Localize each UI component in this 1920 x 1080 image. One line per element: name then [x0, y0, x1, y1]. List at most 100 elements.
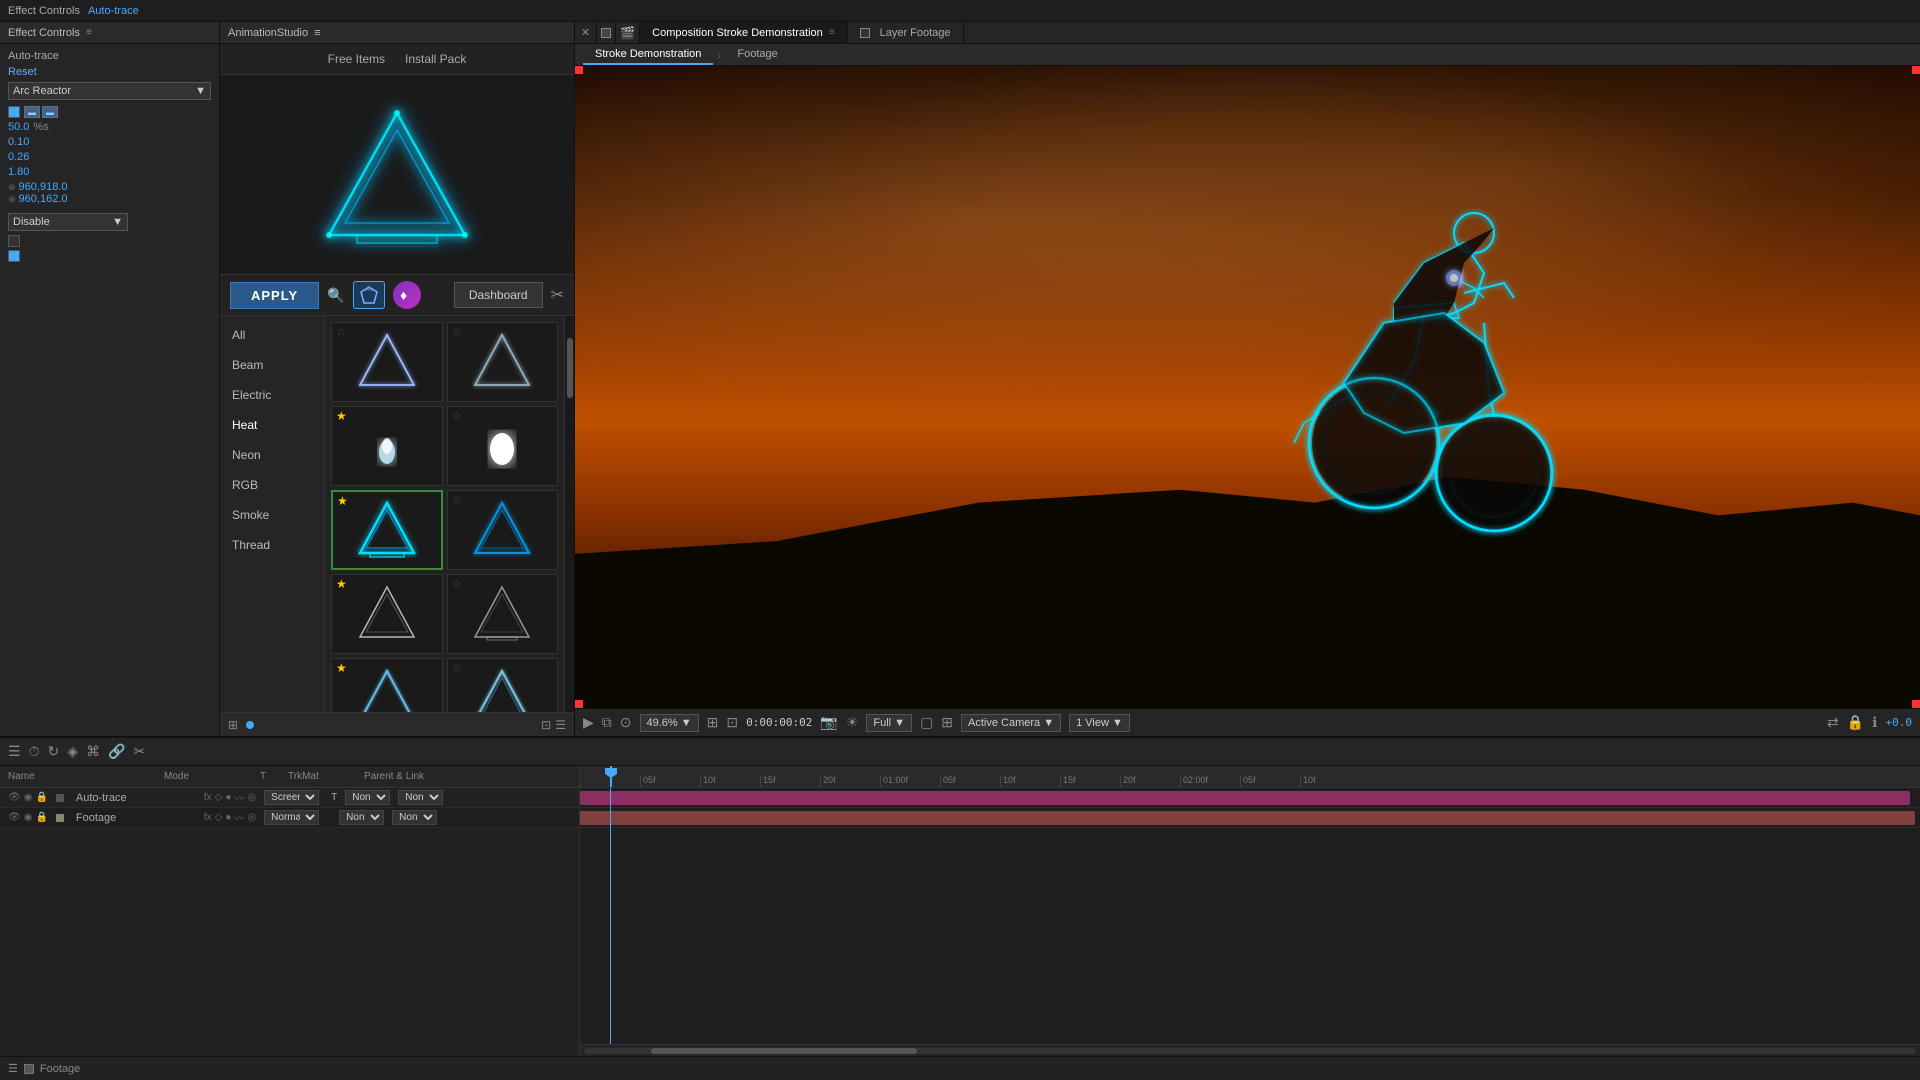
star-icon-6[interactable]: ☆ [452, 494, 463, 506]
category-item-heat[interactable]: Heat [220, 410, 324, 440]
tab-checkbox[interactable] [597, 22, 616, 43]
tl-tool-layers[interactable]: ☰ [8, 743, 21, 760]
preset-item-3[interactable]: ★ [331, 406, 443, 486]
cbb-camera-capture-icon[interactable]: 📷 [820, 714, 837, 731]
zoom-dropdown[interactable]: 49.6% ▼ [640, 714, 699, 732]
category-item-all[interactable]: All [220, 320, 324, 350]
star-icon-7[interactable]: ★ [336, 578, 347, 590]
comp-tab-close[interactable]: ≡ [829, 27, 835, 38]
cbb-snap-icon[interactable]: ⊡ [726, 714, 738, 731]
bb-icon-1[interactable]: ⊡ [541, 718, 551, 732]
tl-tool-mask[interactable]: ◈ [67, 743, 78, 760]
preset-scrollbar[interactable] [564, 316, 574, 712]
star-icon-5[interactable]: ★ [337, 495, 348, 507]
cbb-screen-icon[interactable]: ▢ [920, 714, 933, 731]
layer1-mode-select[interactable]: Screen Normal [264, 790, 319, 805]
ec-preset-dropdown[interactable]: Arc Reactor ▼ [8, 82, 211, 100]
cbb-lock-icon[interactable]: 🔒 [1847, 714, 1864, 731]
cbb-3d-icon[interactable]: ⊙ [620, 714, 632, 731]
tl-tool-time[interactable]: ⏱ [29, 743, 40, 760]
ec-checkbox2[interactable] [8, 235, 20, 247]
cbb-transport-icon[interactable]: ▶ [583, 714, 594, 731]
disable-dropdown[interactable]: Disable ▼ [8, 213, 128, 231]
tl-tool-link[interactable]: 🔗 [108, 743, 125, 760]
layer1-fx-icon[interactable]: fx [204, 792, 212, 803]
hamburger-icon[interactable]: ≡ [86, 27, 92, 38]
category-item-thread[interactable]: Thread [220, 530, 324, 560]
layer2-fx-icon[interactable]: fx [204, 812, 212, 823]
layer2-motion-icon[interactable]: 〰 [234, 810, 244, 825]
layer2-solo-icon[interactable]: ◉ [24, 812, 33, 823]
layer1-lock-icon[interactable]: 🔒 [35, 792, 47, 803]
star-icon-2[interactable]: ☆ [452, 326, 463, 338]
tl-tool-stamp[interactable]: ⌘ [86, 743, 100, 760]
preset-item-5[interactable]: ★ [331, 490, 443, 570]
tab-film-icon[interactable]: 🎬 [616, 22, 640, 43]
layer2-mode-select[interactable]: Normal [264, 810, 319, 825]
bottom-expand-icon[interactable]: ⊞ [228, 718, 238, 732]
preset-item-2[interactable]: ☆ [447, 322, 559, 402]
category-item-electric[interactable]: Electric [220, 380, 324, 410]
tl-tool-scissors[interactable]: ✂ [133, 743, 145, 760]
dashboard-button[interactable]: Dashboard [454, 282, 543, 308]
layer2-vis-icon[interactable]: 👁 [8, 812, 21, 823]
preset-item-7[interactable]: ★ [331, 574, 443, 654]
top-bar-item-autotrace[interactable]: Auto-trace [88, 5, 139, 17]
free-items-button[interactable]: Free Items [328, 52, 385, 66]
category-item-smoke[interactable]: Smoke [220, 500, 324, 530]
ec-percentage-value[interactable]: 50.0 [8, 121, 29, 133]
ec-reset-button[interactable]: Reset [8, 66, 211, 78]
layer2-trkmat-select[interactable]: None [339, 810, 384, 825]
layer2-3d-icon[interactable]: ● [225, 812, 231, 823]
camera-dropdown[interactable]: Active Camera ▼ [961, 714, 1061, 732]
quality-dropdown[interactable]: Full ▼ [866, 714, 912, 732]
apply-button[interactable]: APPLY [230, 282, 319, 309]
footage-menu-icon[interactable]: ☰ [8, 1062, 18, 1075]
star-icon-8[interactable]: ☆ [452, 578, 463, 590]
layer1-solo-icon[interactable]: ◉ [24, 792, 33, 803]
layer1-motion-icon[interactable]: 〰 [234, 790, 244, 805]
scroll-thumb[interactable] [651, 1048, 917, 1054]
layer2-parent-select[interactable]: None [392, 810, 437, 825]
cbb-fit-icon[interactable]: ⊞ [707, 714, 719, 731]
preset-item-9[interactable]: ★ [331, 658, 443, 712]
layer1-trkmat-select[interactable]: None [345, 790, 390, 805]
ec-checkbox[interactable] [8, 106, 20, 118]
cbb-info-icon[interactable]: ℹ [1872, 714, 1877, 731]
install-pack-button[interactable]: Install Pack [405, 52, 466, 66]
star-icon-10[interactable]: ☆ [452, 662, 463, 674]
views-dropdown[interactable]: 1 View ▼ [1069, 714, 1130, 732]
star-icon-3[interactable]: ★ [336, 410, 347, 422]
star-icon-1[interactable]: ☆ [336, 326, 347, 338]
scroll-track[interactable] [584, 1048, 1916, 1054]
layer2-lock-icon[interactable]: 🔒 [35, 812, 47, 823]
search-icon[interactable]: 🔍 [327, 287, 344, 304]
layer2-adj-icon[interactable]: ◎ [247, 812, 256, 823]
ec-v2[interactable]: 0.26 [8, 151, 29, 163]
star-icon-4[interactable]: ☆ [452, 410, 463, 422]
close-icon[interactable]: ✕ [581, 26, 590, 39]
preset-item-4[interactable]: ☆ [447, 406, 559, 486]
cbb-transfer-icon[interactable]: ⇄ [1827, 714, 1839, 731]
layer1-adj-icon[interactable]: ◎ [247, 792, 256, 803]
layer1-vis-icon[interactable]: 👁 [8, 792, 21, 803]
cbb-sun-icon[interactable]: ☀ [846, 714, 859, 731]
star-icon-9[interactable]: ★ [336, 662, 347, 674]
view-tab-stroke[interactable]: Stroke Demonstration [583, 44, 713, 65]
scissors-icon[interactable]: ✂ [551, 285, 564, 305]
layer1-3d-icon[interactable]: ● [225, 792, 231, 803]
cbb-preview-icon[interactable]: ⧉ [602, 714, 612, 731]
preset-item-6[interactable]: ☆ [447, 490, 559, 570]
tab-layer-footage[interactable]: Layer Footage [848, 22, 964, 43]
ec-coord1[interactable]: 960,918.0 [19, 181, 68, 193]
anim-studio-menu-icon[interactable]: ≡ [314, 27, 320, 39]
category-item-beam[interactable]: Beam [220, 350, 324, 380]
close-tab[interactable]: ✕ [575, 22, 597, 43]
tab-composition[interactable]: Composition Stroke Demonstration ≡ [640, 22, 847, 43]
category-item-neon[interactable]: Neon [220, 440, 324, 470]
star-tab[interactable]: ♦ [393, 281, 421, 309]
cbb-grid-icon[interactable]: ⊞ [941, 714, 953, 731]
bb-icon-2[interactable]: ☰ [555, 718, 566, 732]
tl-tool-render[interactable]: ↻ [47, 743, 59, 760]
ec-v3[interactable]: 1.80 [8, 166, 29, 178]
